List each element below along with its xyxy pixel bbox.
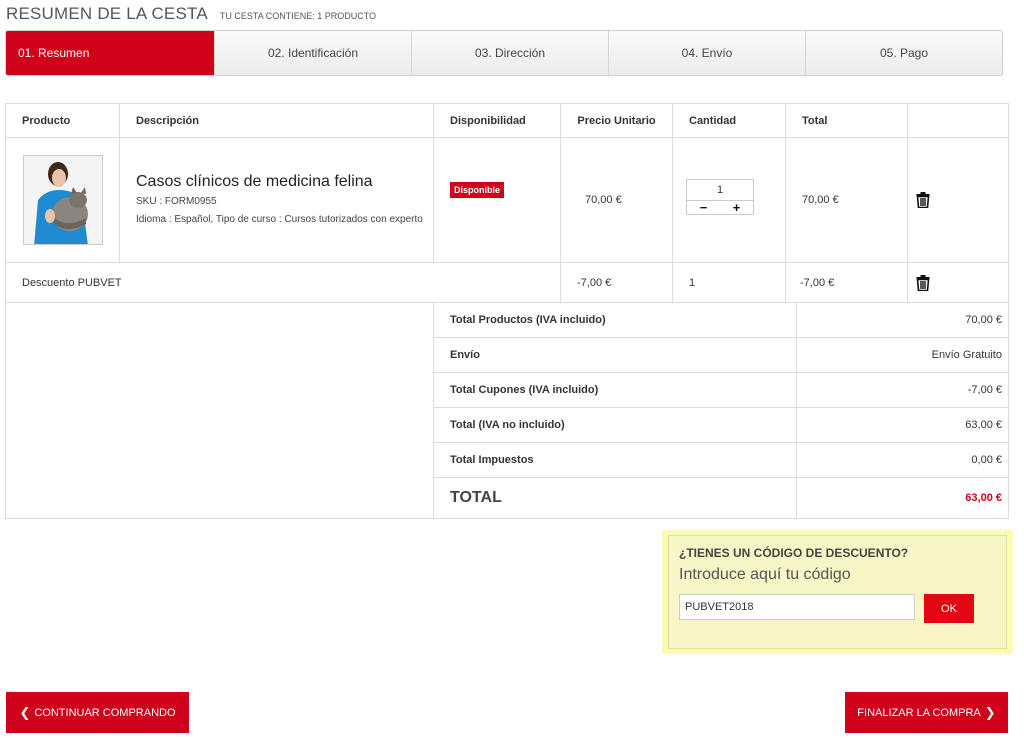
total-coupons-value: -7,00 €: [796, 372, 1009, 408]
chevron-right-icon: ❯: [984, 704, 996, 720]
discount-row: Descuento PUBVET -7,00 € 1 -7,00 €: [5, 262, 1009, 303]
vet-with-cat-image: [24, 156, 102, 244]
product-image[interactable]: [23, 155, 103, 245]
col-disponibilidad: Disponibilidad: [433, 103, 561, 138]
total-taxes-value: 0,00 €: [796, 442, 1009, 478]
product-row: Casos clínicos de medicina felina SKU : …: [5, 137, 1009, 263]
decrease-quantity-button[interactable]: −: [687, 200, 720, 215]
grand-total-value: 63,00 €: [796, 477, 1009, 519]
product-name[interactable]: Casos clínicos de medicina felina: [136, 173, 433, 191]
discount-label: Descuento PUBVET: [5, 262, 561, 303]
apply-coupon-button[interactable]: OK: [924, 594, 974, 623]
total-no-tax-label: Total (IVA no incluido): [433, 407, 797, 443]
cart-count: TU CESTA CONTIENE: 1 PRODUCTO: [219, 11, 377, 21]
page-title: RESUMEN DE LA CESTA: [6, 4, 208, 23]
grand-total-label: TOTAL: [433, 477, 797, 519]
shipping-value: Envío Gratuito: [796, 337, 1009, 373]
col-producto: Producto: [5, 103, 120, 138]
total-no-tax-value: 63,00 €: [796, 407, 1009, 443]
totals-row: Total Productos (IVA incluido) 70,00 €: [5, 302, 1009, 519]
total-taxes-label: Total Impuestos: [433, 442, 797, 478]
continue-shopping-label: CONTINUAR COMPRANDO: [34, 706, 176, 719]
total-products-value: 70,00 €: [796, 302, 1009, 338]
total-coupons-label: Total Cupones (IVA incluido): [433, 372, 797, 408]
discount-total: -7,00 €: [785, 262, 908, 303]
page-header: RESUMEN DE LA CESTA TU CESTA CONTIENE: 1…: [6, 4, 376, 24]
quantity-input[interactable]: 1: [686, 179, 754, 201]
unit-price: 70,00 €: [560, 137, 673, 263]
step-identificacion[interactable]: 02. Identificación: [215, 31, 412, 75]
discount-unit-price: -7,00 €: [560, 262, 673, 303]
step-envio[interactable]: 04. Envío: [609, 31, 806, 75]
line-total: 70,00 €: [785, 137, 908, 263]
availability-badge: Disponible: [450, 182, 505, 198]
col-precio-unitario: Precio Unitario: [560, 103, 673, 138]
discount-quantity: 1: [672, 262, 786, 303]
shipping-label: Envío: [433, 337, 797, 373]
chevron-left-icon: ❮: [19, 704, 31, 720]
trash-icon: [916, 192, 930, 208]
product-attributes: Idioma : Español, Tipo de curso : Cursos…: [136, 214, 423, 225]
totals-spacer: [5, 302, 434, 519]
cart-table: Producto Descripción Disponibilidad Prec…: [5, 103, 1009, 303]
coupon-subtitle: Introduce aquí tu código: [679, 566, 851, 583]
finish-purchase-label: FINALIZAR LA COMPRA: [857, 706, 981, 719]
total-products-label: Total Productos (IVA incluido): [433, 302, 797, 338]
totals-table: Total Productos (IVA incluido) 70,00 € E…: [5, 302, 1009, 519]
step-direccion[interactable]: 03. Dirección: [412, 31, 609, 75]
checkout-steps: 01. Resumen 02. Identificación 03. Direc…: [5, 30, 1003, 76]
finish-purchase-button[interactable]: FINALIZAR LA COMPRA ❯: [845, 692, 1008, 733]
continue-shopping-button[interactable]: ❮ CONTINUAR COMPRANDO: [6, 692, 189, 733]
trash-icon: [916, 274, 930, 291]
product-sku: SKU : FORM0955: [136, 196, 217, 207]
col-actions: [907, 103, 1009, 138]
step-resumen[interactable]: 01. Resumen: [6, 31, 215, 75]
col-cantidad: Cantidad: [672, 103, 786, 138]
increase-quantity-button[interactable]: +: [720, 200, 753, 215]
coupon-title: ¿TIENES UN CÓDIGO DE DESCUENTO?: [679, 546, 909, 560]
coupon-panel: ¿TIENES UN CÓDIGO DE DESCUENTO? Introduc…: [662, 530, 1013, 654]
step-pago[interactable]: 05. Pago: [806, 31, 1002, 75]
col-total: Total: [785, 103, 908, 138]
cart-header-row: Producto Descripción Disponibilidad Prec…: [5, 103, 1009, 138]
remove-product-button[interactable]: [908, 192, 1008, 208]
remove-discount-button[interactable]: [908, 274, 1008, 291]
quantity-stepper: 1 − +: [686, 179, 754, 215]
col-descripcion: Descripción: [119, 103, 434, 138]
coupon-code-input[interactable]: PUBVET2018: [679, 594, 915, 620]
